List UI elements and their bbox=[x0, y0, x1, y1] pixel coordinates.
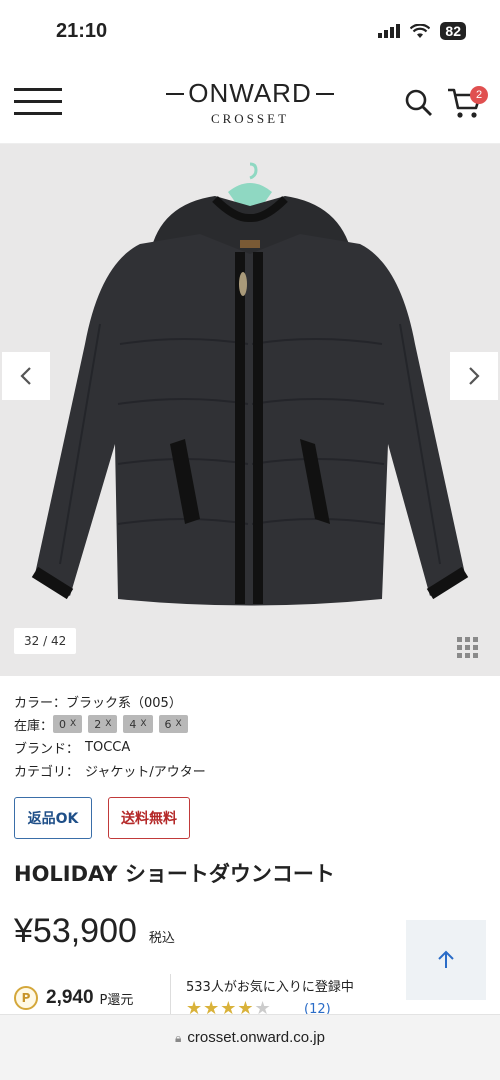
product-title: HOLIDAY ショートダウンコート bbox=[14, 862, 335, 886]
brand-label: ブランド： bbox=[14, 741, 80, 757]
stock-size-chip[interactable]: 2X bbox=[88, 715, 118, 733]
site-header: ONWARD CROSSET 2 bbox=[0, 62, 500, 144]
arrow-up-icon bbox=[438, 950, 454, 968]
favorites-count: 533人がお気に入りに登録中 bbox=[186, 980, 354, 995]
stock-size-chip[interactable]: 4X bbox=[123, 715, 153, 733]
chevron-left-icon bbox=[20, 367, 31, 385]
lock-icon: 🔒︎ bbox=[175, 1031, 182, 1045]
menu-button[interactable] bbox=[14, 86, 62, 118]
product-image bbox=[31, 162, 469, 606]
tax-label: 税込 bbox=[148, 931, 175, 946]
stock-size-chip[interactable]: 6X bbox=[158, 715, 188, 733]
wifi-icon bbox=[410, 23, 431, 38]
cart-count-badge: 2 bbox=[470, 86, 488, 104]
gallery-counter: 32 / 42 bbox=[14, 628, 77, 654]
color-label: カラー： bbox=[14, 695, 67, 711]
free-shipping-tag: 送料無料 bbox=[108, 797, 190, 839]
product-price: ¥53,900 bbox=[14, 912, 137, 950]
cart-button[interactable]: 2 bbox=[446, 84, 488, 120]
points-value: 2,940 bbox=[46, 987, 94, 1008]
color-row: カラー： ブラック系（005） bbox=[14, 690, 484, 712]
return-ok-tag: 返品OK bbox=[14, 797, 92, 839]
divider bbox=[170, 974, 171, 1018]
product-details: カラー： ブラック系（005） 在庫： 0X 2X 4X 6X ブランド： TO… bbox=[14, 690, 484, 782]
category-row: カテゴリ： ジャケット/アウター bbox=[14, 759, 484, 781]
gallery-next-button[interactable] bbox=[450, 352, 498, 400]
price-row: ¥53,900 税込 bbox=[14, 912, 175, 951]
brand-row: ブランド： TOCCA bbox=[14, 736, 484, 758]
category-label: カテゴリ： bbox=[14, 764, 80, 780]
stock-row: 在庫： 0X 2X 4X 6X bbox=[14, 713, 484, 735]
search-button[interactable] bbox=[404, 88, 434, 118]
search-icon bbox=[405, 89, 432, 116]
browser-url-bar[interactable]: 🔒︎ crosset.onward.co.jp bbox=[0, 1014, 500, 1080]
stock-label: 在庫： bbox=[14, 718, 54, 734]
points-info: P 2,940 P還元 bbox=[14, 986, 133, 1010]
battery-indicator: 82 bbox=[440, 22, 466, 40]
logo-main-text: ONWARD bbox=[188, 78, 312, 108]
scroll-to-top-button[interactable] bbox=[406, 920, 486, 1000]
grid-view-button[interactable] bbox=[448, 628, 486, 666]
status-icons: 82 bbox=[378, 22, 466, 40]
cellular-signal-icon bbox=[378, 24, 401, 38]
category-value[interactable]: ジャケット/アウター bbox=[85, 761, 206, 780]
status-bar: 21:10 82 bbox=[0, 0, 500, 62]
site-logo[interactable]: ONWARD CROSSET bbox=[150, 78, 350, 128]
points-unit: P還元 bbox=[99, 992, 134, 1008]
gallery-prev-button[interactable] bbox=[2, 352, 50, 400]
url-text: crosset.onward.co.jp bbox=[187, 1029, 325, 1046]
status-time: 21:10 bbox=[56, 20, 108, 42]
product-gallery[interactable]: 32 / 42 bbox=[0, 144, 500, 676]
points-coin-icon: P bbox=[14, 986, 38, 1010]
logo-sub-text: CROSSET bbox=[210, 111, 290, 126]
chevron-right-icon bbox=[469, 367, 480, 385]
brand-value[interactable]: TOCCA bbox=[85, 740, 130, 755]
stock-size-chip[interactable]: 0X bbox=[53, 715, 83, 733]
color-value: ブラック系（005） bbox=[66, 695, 182, 711]
service-tags: 返品OK 送料無料 bbox=[14, 797, 190, 839]
